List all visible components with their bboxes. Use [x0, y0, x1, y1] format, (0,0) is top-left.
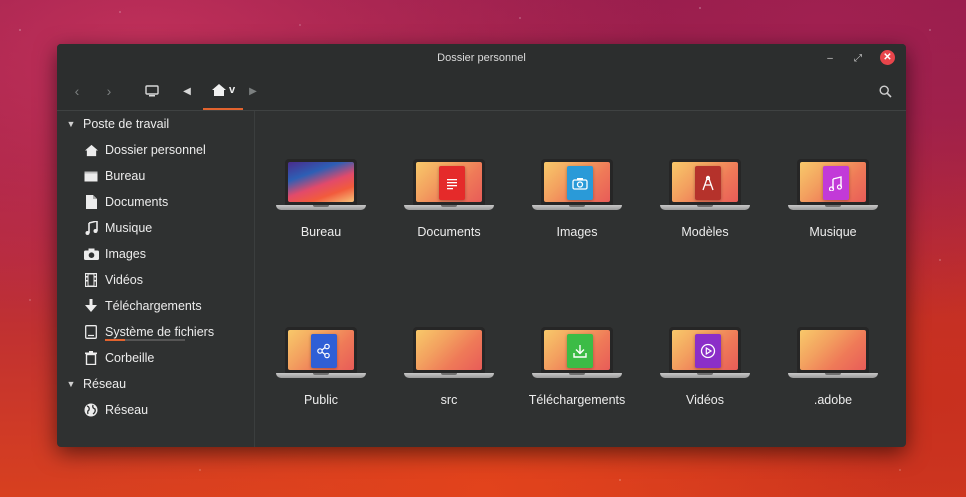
trash-icon: [83, 350, 99, 366]
folder-laptop-icon: [532, 327, 622, 381]
sidebar-item-label: Images: [105, 247, 146, 261]
chevron-right-icon: ›: [106, 83, 112, 99]
camera-icon: [567, 166, 593, 200]
globe-icon: [83, 402, 99, 418]
template-icon: [695, 166, 721, 200]
sidebar-section-poste-de-travail[interactable]: ▼ Poste de travail: [57, 113, 170, 135]
sidebar-item-label: Dossier personnel: [105, 143, 206, 157]
video-icon: [695, 334, 721, 368]
music-icon: [83, 220, 99, 236]
sidebar-item-videos[interactable]: Vidéos: [83, 268, 143, 292]
film-icon: [83, 272, 99, 288]
folder-videos[interactable]: Vidéos: [650, 327, 760, 407]
computer-icon: [145, 85, 159, 97]
window-title: Dossier personnel: [437, 52, 526, 64]
sidebar-item-label: Corbeille: [105, 351, 155, 365]
folder-label: Public: [303, 393, 339, 407]
section-label: Poste de travail: [83, 117, 170, 131]
sidebar: ▼ Poste de travail Dossier personnel Bur…: [57, 111, 255, 447]
sidebar-item-label: Système de fichiers: [105, 325, 215, 339]
folder-public[interactable]: Public: [266, 327, 376, 407]
sidebar-item-documents[interactable]: Documents: [83, 190, 168, 214]
path-home-button[interactable]: v: [203, 72, 243, 110]
minimize-button[interactable]: –: [822, 50, 838, 66]
home-user-label: v: [228, 84, 236, 96]
sidebar-item-bureau[interactable]: Bureau: [83, 164, 145, 188]
triangle-right-icon: ▶: [249, 85, 257, 97]
expand-triangle-icon: ▼: [66, 119, 76, 129]
sidebar-item-label: Musique: [105, 221, 153, 235]
folder-modeles[interactable]: Modèles: [650, 159, 760, 239]
computer-button[interactable]: [142, 72, 162, 110]
search-icon: [878, 84, 892, 98]
folder-laptop-icon: [532, 159, 622, 213]
path-prev-button[interactable]: ◀: [181, 72, 193, 110]
close-button[interactable]: ✕: [880, 50, 895, 65]
folder-label: .adobe: [813, 393, 853, 407]
folder-bureau[interactable]: Bureau: [266, 159, 376, 239]
sidebar-item-label: Vidéos: [105, 273, 143, 287]
drive-icon: [83, 324, 99, 340]
maximize-button[interactable]: ⤢: [850, 50, 866, 66]
folder-src[interactable]: src: [394, 327, 504, 407]
folder-label: Images: [556, 225, 598, 239]
disk-usage-fill: [105, 339, 125, 341]
folder-label: Vidéos: [686, 393, 724, 407]
folder-laptop-icon: [276, 327, 366, 381]
sidebar-item-label: Téléchargements: [105, 299, 202, 313]
folder-laptop-icon: [788, 159, 878, 213]
folder-label: Téléchargements: [528, 393, 626, 407]
folder-laptop-icon: [276, 159, 366, 213]
folder-label: Musique: [809, 225, 857, 239]
sidebar-item-label: Bureau: [105, 169, 146, 183]
folder-laptop-icon: [404, 327, 494, 381]
download-icon: [83, 298, 99, 314]
sidebar-item-musique[interactable]: Musique: [83, 216, 152, 240]
folder-laptop-icon: [788, 327, 878, 381]
path-next-button[interactable]: ▶: [247, 72, 259, 110]
sidebar-item-telechargements[interactable]: Téléchargements: [83, 294, 202, 318]
folder-label: Bureau: [300, 225, 342, 239]
file-grid: Bureau Documents Images Modèles Musique: [255, 111, 906, 447]
search-button[interactable]: [876, 72, 894, 110]
folder-musique[interactable]: Musique: [778, 159, 888, 239]
titlebar[interactable]: Dossier personnel – ⤢ ✕: [57, 44, 906, 72]
folder-laptop-icon: [660, 327, 750, 381]
sidebar-item-reseau[interactable]: Réseau: [83, 398, 148, 422]
home-icon: [211, 84, 226, 96]
toolbar: ‹ › ◀ v ▶: [57, 72, 906, 111]
folder-label: Documents: [417, 225, 481, 239]
sidebar-item-dossier-personnel[interactable]: Dossier personnel: [83, 138, 206, 162]
folder-documents[interactable]: Documents: [394, 159, 504, 239]
forward-button[interactable]: ›: [101, 72, 117, 110]
home-icon: [83, 142, 99, 158]
folder-label: Modèles: [681, 225, 729, 239]
folder-images[interactable]: Images: [522, 159, 632, 239]
folder-telechargements[interactable]: Téléchargements: [522, 327, 632, 407]
back-button[interactable]: ‹: [69, 72, 85, 110]
folder-laptop-icon: [660, 159, 750, 213]
sidebar-item-corbeille[interactable]: Corbeille: [83, 346, 154, 370]
triangle-left-icon: ◀: [183, 85, 191, 97]
folder-laptop-icon: [404, 159, 494, 213]
section-label: Réseau: [83, 377, 127, 391]
sidebar-item-label: Documents: [105, 195, 169, 209]
document-icon: [439, 166, 465, 200]
chevron-left-icon: ‹: [74, 83, 80, 99]
download-icon: [567, 334, 593, 368]
share-icon: [311, 334, 337, 368]
folder-adobe[interactable]: .adobe: [778, 327, 888, 407]
desktop-icon: [83, 168, 99, 184]
camera-icon: [83, 246, 99, 262]
sidebar-section-reseau[interactable]: ▼ Réseau: [57, 373, 127, 395]
expand-triangle-icon: ▼: [66, 379, 76, 389]
music-icon: [823, 166, 849, 200]
sidebar-item-images[interactable]: Images: [83, 242, 146, 266]
document-icon: [83, 194, 99, 210]
sidebar-item-label: Réseau: [105, 403, 149, 417]
disk-usage-bar: [105, 339, 185, 341]
folder-label: src: [440, 393, 458, 407]
file-manager-window: Dossier personnel – ⤢ ✕ ‹ › ◀ v ▶ ▼ Post…: [57, 44, 906, 447]
